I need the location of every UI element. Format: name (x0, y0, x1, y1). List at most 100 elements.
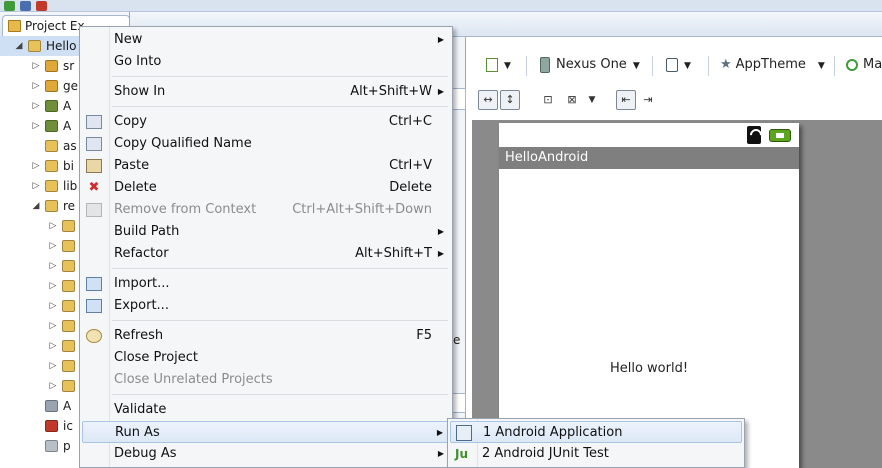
hello-world-textview[interactable]: Hello world! (499, 361, 799, 376)
collapsed-twisty-icon[interactable]: ▷ (31, 176, 41, 196)
collapsed-twisty-icon[interactable]: ▷ (31, 156, 41, 176)
resize-icon[interactable]: ⊠ (562, 90, 582, 110)
copy-qualified-name-icon (86, 137, 102, 151)
package-folder-icon (45, 60, 58, 72)
submenu-item-label: 1 Android Application (483, 425, 623, 440)
menu-item-new[interactable]: New ▶ (82, 29, 450, 51)
collapsed-twisty-icon[interactable]: ▷ (31, 116, 41, 136)
menu-item-refresh[interactable]: Refresh F5 (82, 325, 450, 347)
config-dropdown[interactable]: ▼ (486, 50, 511, 80)
collapsed-twisty-icon[interactable]: ▷ (48, 376, 58, 396)
chevron-down-icon[interactable]: ▼ (582, 90, 602, 110)
palette-scrollbar[interactable] (451, 393, 466, 413)
theme-dropdown[interactable]: ★ AppTheme ▼ (720, 50, 825, 80)
toolbar-separator (526, 56, 527, 76)
collapsed-twisty-icon[interactable]: ▷ (48, 236, 58, 256)
tree-item-label: ge (63, 79, 78, 93)
tree-item-label: ic (63, 419, 73, 433)
toolbar-separator (652, 56, 653, 76)
main-toolbar (0, 0, 882, 12)
collapsed-twisty-icon[interactable]: ▷ (48, 256, 58, 276)
menu-item-build-path[interactable]: Build Path ▶ (82, 221, 450, 243)
tree-item-label: Hello (46, 39, 77, 53)
menu-item-import[interactable]: Import... (82, 273, 450, 295)
menu-item-refactor[interactable]: Refactor Alt+Shift+T ▶ (82, 243, 450, 265)
palette-partial-text: e (453, 333, 461, 347)
menu-item-run-as[interactable]: Run As ▶ (82, 421, 450, 443)
collapsed-twisty-icon[interactable]: ▷ (48, 356, 58, 376)
device-dropdown[interactable]: Nexus One ▼ (540, 50, 640, 80)
debug-icon[interactable] (20, 1, 31, 11)
toolbar-separator (708, 56, 709, 76)
submenu-arrow-icon: ▶ (437, 87, 444, 96)
menu-item-close-unrelated-projects: Close Unrelated Projects (82, 369, 450, 391)
library-icon (45, 120, 58, 132)
collapsed-twisty-icon[interactable]: ▷ (48, 336, 58, 356)
menu-item-shortcut: Ctrl+C (388, 114, 432, 129)
activity-dropdown[interactable]: Ma (846, 50, 882, 80)
palette-search-field[interactable] (451, 88, 466, 110)
fill-height-icon[interactable]: ↕ (500, 90, 520, 110)
junit-test-icon: Ju (455, 447, 469, 461)
collapsed-twisty-icon[interactable]: ▷ (48, 216, 58, 236)
folder-icon (62, 300, 75, 312)
margins-icon[interactable]: ⊡ (538, 90, 558, 110)
device-status-bar (499, 123, 799, 147)
menu-item-validate[interactable]: Validate (82, 399, 450, 421)
tree-item-label: sr (63, 59, 75, 73)
export-icon (86, 299, 102, 313)
image-file-icon (45, 420, 58, 432)
device-preview[interactable]: HelloAndroid Hello world! (499, 123, 799, 468)
folder-icon (62, 280, 75, 292)
wifi-icon (747, 126, 761, 144)
fill-width-icon[interactable]: ↔ (478, 90, 498, 110)
submenu-item-1-android-application[interactable]: 1 Android Application (450, 421, 742, 443)
device-name: Nexus One (556, 57, 627, 72)
folder-icon (45, 200, 58, 212)
chevron-down-icon: ▼ (632, 61, 640, 71)
menu-item-copy-qualified-name[interactable]: Copy Qualified Name (82, 133, 450, 155)
collapsed-twisty-icon[interactable]: ▷ (31, 96, 41, 116)
collapsed-twisty-icon[interactable]: ▷ (48, 276, 58, 296)
folder-icon (62, 220, 75, 232)
menu-item-copy[interactable]: Copy Ctrl+C (82, 111, 450, 133)
menu-item-label: Validate (114, 402, 167, 417)
menu-item-paste[interactable]: Paste Ctrl+V (82, 155, 450, 177)
collapsed-twisty-icon[interactable]: ▷ (48, 316, 58, 336)
expanded-twisty-icon[interactable]: ◢ (31, 196, 41, 216)
expanded-twisty-icon[interactable]: ◢ (14, 36, 24, 56)
project-explorer-icon (8, 20, 21, 32)
collapsed-twisty-icon[interactable]: ▷ (48, 296, 58, 316)
menu-item-label: Refresh (114, 328, 164, 343)
stop-icon[interactable] (36, 1, 47, 11)
folder-icon (45, 180, 58, 192)
folder-icon (62, 260, 75, 272)
menu-item-shortcut: Alt+Shift+T (355, 246, 432, 261)
layout-right-icon[interactable]: ⇥ (638, 90, 658, 110)
folder-icon (45, 160, 58, 172)
menu-item-go-into[interactable]: Go Into (82, 51, 450, 73)
tree-item-label: lib (63, 179, 78, 193)
chevron-down-icon: ▼ (684, 61, 691, 71)
chevron-down-icon: ▼ (504, 61, 511, 71)
menu-item-close-project[interactable]: Close Project (82, 347, 450, 369)
orientation-dropdown[interactable]: ▼ (666, 50, 691, 80)
menu-item-show-in[interactable]: Show In Alt+Shift+W ▶ (82, 81, 450, 103)
menu-item-label: Run As (115, 425, 160, 440)
collapsed-twisty-icon[interactable]: ▷ (31, 76, 41, 96)
remove-from-context-icon (86, 203, 102, 217)
submenu-item-2-android-junit-test[interactable]: Ju 2 Android JUnit Test (450, 443, 742, 465)
menu-item-shortcut: F5 (416, 328, 432, 343)
menu-item-delete[interactable]: ✖ Delete Delete (82, 177, 450, 199)
menu-item-label: Export... (114, 298, 169, 313)
design-canvas[interactable]: HelloAndroid Hello world! (472, 120, 882, 468)
paste-icon (86, 159, 102, 173)
star-icon: ★ (720, 57, 732, 72)
collapsed-twisty-icon[interactable]: ▷ (31, 56, 41, 76)
tree-item-label: A (63, 99, 72, 113)
run-icon[interactable] (4, 1, 15, 11)
menu-item-debug-as[interactable]: Debug As ▶ (82, 443, 450, 465)
menu-item-export[interactable]: Export... (82, 295, 450, 317)
orientation-icon (666, 57, 678, 72)
layout-left-icon[interactable]: ⇤ (616, 90, 636, 110)
